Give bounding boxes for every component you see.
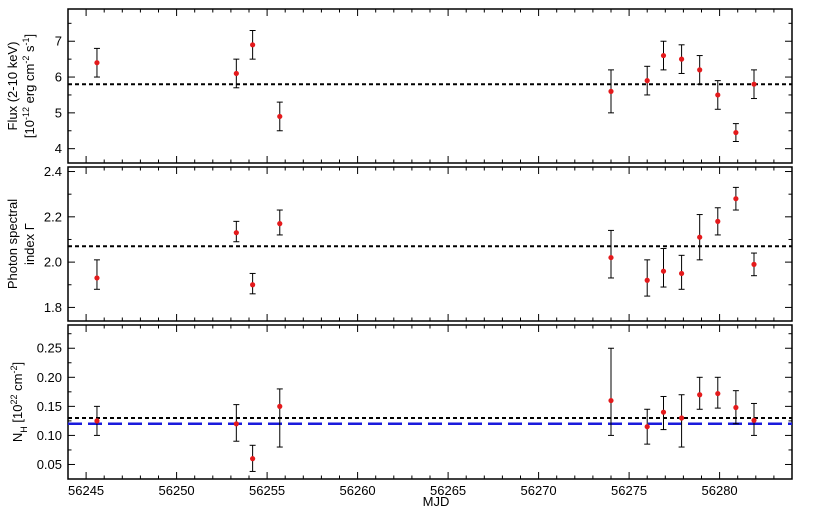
data-point	[733, 129, 739, 136]
y-axis-label-part: -2	[21, 56, 31, 64]
data-point	[715, 218, 721, 224]
y-axis-label-part: [10	[10, 405, 25, 427]
y-axis-label-part: index Γ	[22, 223, 37, 265]
data-point	[233, 421, 239, 427]
data-point	[733, 404, 739, 411]
y-tick-label: 0.15	[37, 399, 62, 414]
data-point	[250, 42, 256, 48]
y-tick-label: 0.05	[37, 457, 62, 472]
data-point	[660, 409, 667, 415]
y-axis-label-part: -1	[21, 38, 31, 46]
y-axis-label: index Γ	[22, 223, 37, 265]
data-point	[678, 415, 685, 421]
data-point	[697, 67, 703, 73]
x-tick-label: 56270	[521, 483, 557, 498]
y-tick-label: 1.8	[44, 300, 62, 315]
y-tick-label: 0.10	[37, 428, 62, 443]
data-point	[608, 397, 614, 404]
x-tick-label: 56255	[249, 483, 285, 498]
y-tick-label: 6	[55, 70, 62, 85]
data-point	[94, 60, 100, 66]
data-point	[697, 392, 703, 398]
data-point	[608, 88, 614, 94]
y-axis-label-part: erg cm	[22, 64, 37, 107]
y-tick-label: 2.0	[44, 255, 62, 270]
y-tick-label: 0.20	[37, 370, 62, 385]
data-point	[697, 234, 703, 240]
y-axis-label: Flux (2-10 keV)	[5, 42, 20, 131]
data-point	[277, 403, 283, 409]
y-axis-label-part: s	[22, 45, 37, 56]
data-point	[277, 113, 283, 120]
data-point	[250, 282, 256, 288]
data-point	[751, 261, 757, 267]
data-point	[660, 268, 667, 274]
y-tick-label: 0.25	[37, 341, 62, 356]
data-point	[715, 92, 721, 98]
data-point	[660, 52, 667, 59]
data-point	[751, 417, 757, 423]
x-tick-label: 56275	[611, 483, 647, 498]
x-tick-label: 56250	[159, 483, 195, 498]
y-axis-label-part: -2	[9, 366, 19, 374]
y-axis-label-part: N	[10, 433, 25, 442]
data-point	[250, 456, 256, 462]
y-tick-label: 2.4	[44, 164, 62, 179]
y-axis-label: Photon spectral	[5, 199, 20, 289]
data-point	[94, 275, 100, 281]
data-point	[608, 254, 614, 261]
y-axis-label-part: cm	[10, 374, 25, 395]
y-tick-label: 7	[55, 34, 62, 49]
x-tick-label: 56260	[340, 483, 376, 498]
y-axis-label-part: 22	[9, 395, 19, 405]
data-point	[715, 390, 721, 397]
data-point	[644, 424, 650, 430]
data-point	[233, 70, 239, 77]
x-tick-label: 56245	[68, 483, 104, 498]
data-point	[678, 270, 685, 277]
data-point	[644, 78, 650, 84]
data-point	[733, 196, 739, 202]
data-point	[94, 418, 100, 424]
y-axis-label-part: ]	[10, 362, 25, 366]
y-axis-label-part: [10	[22, 120, 37, 138]
y-axis-label-part: Photon spectral	[5, 199, 20, 289]
data-point	[644, 277, 650, 283]
data-point	[678, 56, 685, 62]
data-point	[751, 81, 757, 87]
chart-background	[0, 0, 817, 509]
data-point	[277, 221, 283, 227]
y-axis-label: [10-12 erg cm-2 s-1]	[21, 34, 37, 138]
x-tick-label: 56280	[702, 483, 738, 498]
y-axis-label-part: ]	[22, 34, 37, 38]
x-axis-label: MJD	[423, 494, 450, 509]
multi-panel-chart: 4567Flux (2-10 keV) [10-12 erg cm-2 s-1]1…	[0, 0, 817, 509]
y-axis-label-part: -12	[21, 107, 31, 120]
y-tick-label: 2.2	[44, 209, 62, 224]
y-axis-label-part: Flux (2-10 keV)	[5, 42, 20, 131]
data-point	[233, 230, 239, 236]
y-tick-label: 4	[55, 141, 62, 156]
y-tick-label: 5	[55, 105, 62, 120]
